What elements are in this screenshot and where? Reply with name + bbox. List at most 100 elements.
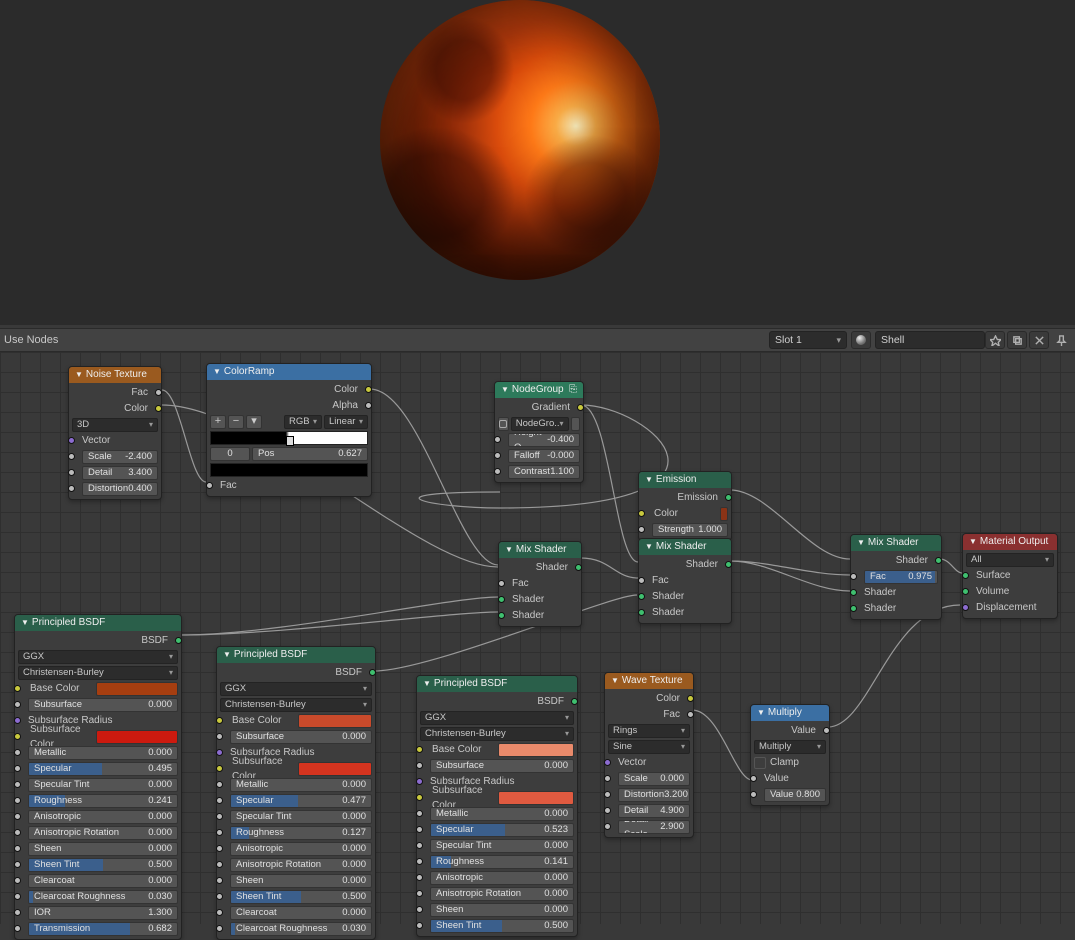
sheen-tint-slider[interactable]: Sheen Tint0.500 [230, 890, 372, 904]
anisotropic-slider[interactable]: Anisotropic0.000 [230, 842, 372, 856]
base-color-input[interactable]: Base Color [230, 714, 372, 728]
distribution-dropdown[interactable]: GGX [220, 682, 372, 696]
value-slider[interactable]: Value0.800 [764, 788, 826, 802]
node-title[interactable]: ▼Wave Texture [605, 673, 693, 689]
operation-dropdown[interactable]: Multiply [754, 740, 826, 754]
principled-bsdf-node-2[interactable]: ▼Principled BSDF BSDF GGX Christensen-Bu… [216, 646, 376, 940]
input-vector[interactable]: Vector [608, 755, 690, 770]
anisotropic-rotation-slider[interactable]: Anisotropic Rotation0.000 [230, 858, 372, 872]
base-color-input[interactable]: Base Color [430, 743, 574, 757]
metallic-slider[interactable]: Metallic0.000 [230, 778, 372, 792]
input-vector[interactable]: Vector [72, 433, 158, 448]
stop-index[interactable]: 0 [210, 447, 250, 461]
base-color-input[interactable]: Base Color [28, 682, 178, 696]
detail-slider[interactable]: Detail4.900 [618, 804, 690, 818]
add-stop-button[interactable]: + [210, 415, 226, 429]
subsurface-color-input[interactable]: Subsurface Color [28, 730, 178, 744]
sss-method-dropdown[interactable]: Christensen-Burley [420, 727, 574, 741]
ior-slider[interactable]: IOR1.300 [28, 906, 178, 920]
falloff-slider[interactable]: Falloff-0.000 [508, 449, 580, 463]
mix-shader-node-2[interactable]: ▼Mix Shader Shader Fac Shader Shader [638, 538, 732, 624]
stop-menu-button[interactable]: ▾ [246, 415, 262, 429]
sheen-slider[interactable]: Sheen0.000 [430, 903, 574, 917]
node-title[interactable]: ▼Principled BSDF [417, 676, 577, 692]
fake-user-button[interactable] [985, 331, 1005, 349]
strength-slider[interactable]: Strength1.000 [652, 523, 728, 537]
specular-tint-slider[interactable]: Specular Tint0.000 [230, 810, 372, 824]
stop-color-swatch[interactable] [210, 463, 368, 477]
output-bsdf[interactable]: BSDF [220, 665, 372, 680]
output-fac[interactable]: Fac [608, 707, 690, 722]
noise-texture-node[interactable]: ▼Noise Texture Fac Color 3D Vector Scale… [68, 366, 162, 500]
anisotropic-rotation-slider[interactable]: Anisotropic Rotation0.000 [430, 887, 574, 901]
remove-stop-button[interactable]: − [228, 415, 244, 429]
subsurface-color-input[interactable]: Subsurface Color [230, 762, 372, 776]
subsurface-slider[interactable]: Subsurface0.000 [28, 698, 178, 712]
node-title[interactable]: ▼Noise Texture [69, 367, 161, 383]
output-emission[interactable]: Emission [642, 490, 728, 505]
node-title[interactable]: ▼Principled BSDF [217, 647, 375, 663]
group-users-button[interactable] [571, 417, 580, 431]
wave-profile-dropdown[interactable]: Sine [608, 740, 690, 754]
material-output-node[interactable]: ▼Material Output All Surface Volume Disp… [962, 533, 1058, 619]
scale-slider[interactable]: Scale-2.400 [82, 450, 158, 464]
color-ramp-gradient[interactable] [210, 431, 368, 445]
anisotropic-slider[interactable]: Anisotropic0.000 [430, 871, 574, 885]
input-shader-1[interactable]: Shader [642, 589, 728, 604]
node-graph[interactable]: ▼Noise Texture Fac Color 3D Vector Scale… [0, 352, 1075, 924]
metallic-slider[interactable]: Metallic0.000 [430, 807, 574, 821]
material-name-input[interactable]: Shell [875, 331, 985, 349]
output-bsdf[interactable]: BSDF [420, 694, 574, 709]
group-edit-icon[interactable]: ⎘ [569, 382, 577, 398]
clearcoat-slider[interactable]: Clearcoat0.000 [28, 874, 178, 888]
color-ramp-node[interactable]: ▼ColorRamp Color Alpha + − ▾ RGB Linear … [206, 363, 372, 497]
roughness-slider[interactable]: Roughness0.241 [28, 794, 178, 808]
rgb-mode-dropdown[interactable]: RGB [284, 415, 322, 429]
subsurface-slider[interactable]: Subsurface0.000 [230, 730, 372, 744]
material-preview[interactable] [0, 0, 1075, 325]
metallic-slider[interactable]: Metallic0.000 [28, 746, 178, 760]
input-volume[interactable]: Volume [966, 584, 1054, 599]
group-name-input[interactable]: NodeGro.. [511, 417, 569, 431]
output-shader[interactable]: Shader [854, 553, 938, 568]
specular-slider[interactable]: Specular0.523 [430, 823, 574, 837]
output-gradient[interactable]: Gradient [498, 400, 580, 415]
scale-slider[interactable]: Scale0.000 [618, 772, 690, 786]
sheen-slider[interactable]: Sheen0.000 [28, 842, 178, 856]
distortion-slider[interactable]: Distortion3.200 [618, 788, 690, 802]
output-fac[interactable]: Fac [72, 385, 158, 400]
roughness-slider[interactable]: Roughness0.127 [230, 826, 372, 840]
wave-texture-node[interactable]: ▼Wave Texture Color Fac Rings Sine Vecto… [604, 672, 694, 838]
input-displacement[interactable]: Displacement [966, 600, 1054, 615]
stop-position[interactable]: Pos0.627 [252, 447, 368, 461]
input-shader-1[interactable]: Shader [854, 585, 938, 600]
output-bsdf[interactable]: BSDF [18, 633, 178, 648]
distortion-slider[interactable]: Distortion0.400 [82, 482, 158, 496]
output-shader[interactable]: Shader [502, 560, 578, 575]
sss-method-dropdown[interactable]: Christensen-Burley [18, 666, 178, 680]
node-title[interactable]: ▼NodeGroup⎘ [495, 382, 583, 398]
detail-slider[interactable]: Detail3.400 [82, 466, 158, 480]
specular-tint-slider[interactable]: Specular Tint0.000 [430, 839, 574, 853]
input-value-1[interactable]: Value [754, 771, 826, 786]
output-value[interactable]: Value [754, 723, 826, 738]
sheen-tint-slider[interactable]: Sheen Tint0.500 [430, 919, 574, 933]
pin-button[interactable] [1051, 331, 1071, 349]
input-fac[interactable]: Fac [642, 573, 728, 588]
height-slider[interactable]: Height O-0.400 [508, 433, 580, 447]
group-browse-button[interactable] [498, 417, 509, 431]
output-shader[interactable]: Shader [642, 557, 728, 572]
subsurface-slider[interactable]: Subsurface0.000 [430, 759, 574, 773]
input-shader-2[interactable]: Shader [854, 601, 938, 616]
clamp-checkbox[interactable]: Clamp [754, 755, 826, 770]
output-mode-dropdown[interactable]: All [966, 553, 1054, 567]
node-title[interactable]: ▼Mix Shader [851, 535, 941, 551]
material-browse-button[interactable] [851, 331, 871, 349]
input-fac[interactable]: Fac [210, 478, 368, 493]
input-shader-2[interactable]: Shader [502, 608, 578, 623]
specular-slider[interactable]: Specular0.495 [28, 762, 178, 776]
output-color[interactable]: Color [210, 382, 368, 397]
node-title[interactable]: ▼Principled BSDF [15, 615, 181, 631]
roughness-slider[interactable]: Roughness0.141 [430, 855, 574, 869]
principled-bsdf-node-3[interactable]: ▼Principled BSDF BSDF GGX Christensen-Bu… [416, 675, 578, 937]
